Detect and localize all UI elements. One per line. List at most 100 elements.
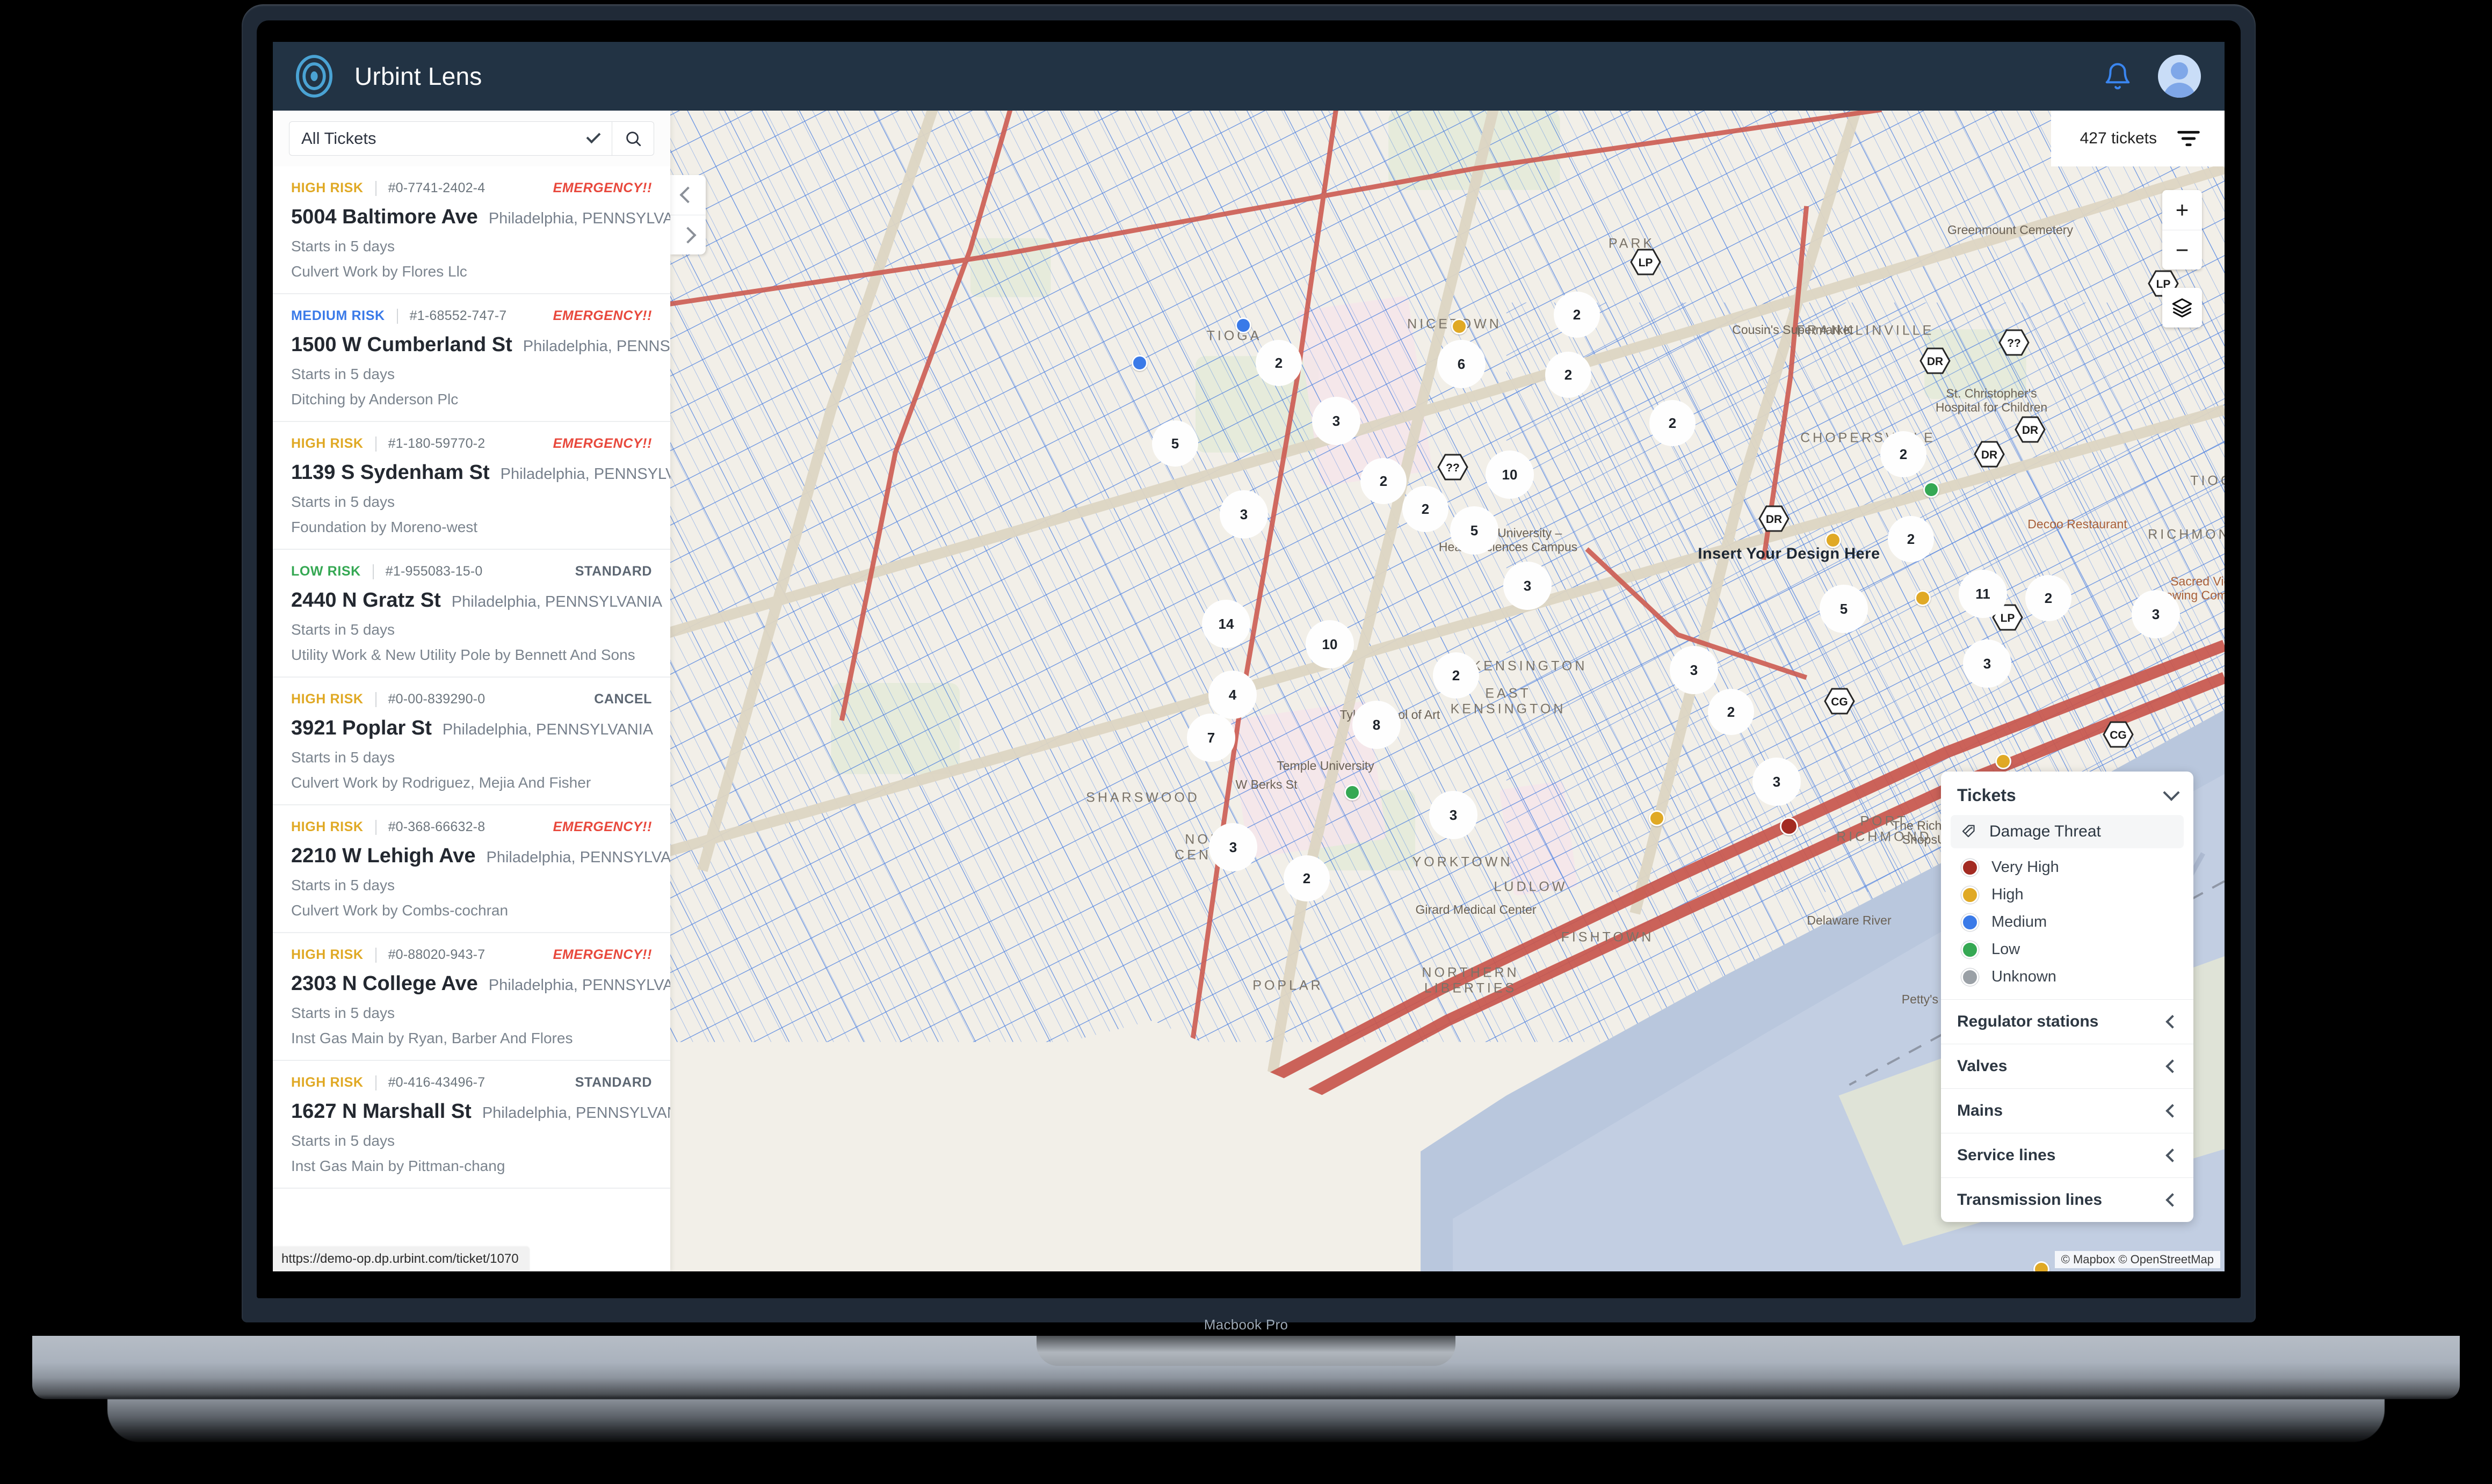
legend-item[interactable]: Medium: [1951, 908, 2184, 936]
map-cluster-marker[interactable]: 2: [1554, 292, 1600, 338]
ticket-list-item[interactable]: HIGH RISK #0-7741-2402-4 EMERGENCY!! 5004 B…: [273, 166, 670, 294]
map-ticket-dot[interactable]: [1451, 318, 1467, 334]
map-cluster-marker[interactable]: 3: [1503, 562, 1552, 610]
map-ticket-dot[interactable]: [1923, 482, 1939, 498]
ticket-filter-value: All Tickets: [301, 129, 376, 148]
ticket-list-item[interactable]: HIGH RISK #0-00-839290-0 CANCEL 3921 Poplar…: [273, 678, 670, 805]
map-ticket-dot[interactable]: [1344, 784, 1360, 801]
search-button[interactable]: [612, 121, 654, 156]
map-cluster-marker[interactable]: 3: [1220, 490, 1268, 539]
ticket-start-date: Starts in 5 days: [291, 1132, 395, 1149]
map-cluster-marker[interactable]: 2: [1433, 652, 1479, 699]
avatar[interactable]: [2158, 55, 2201, 98]
legend-item-label: Very High: [1991, 859, 2059, 876]
map-facility-marker[interactable]: DR: [1974, 441, 2005, 468]
legend-item[interactable]: High: [1951, 881, 2184, 908]
map-cluster-count: 5: [1820, 585, 1868, 633]
divider: [375, 436, 376, 452]
map-cluster-marker[interactable]: 5: [1152, 420, 1198, 467]
map-ticket-dot[interactable]: [1235, 317, 1251, 333]
map-view[interactable]: PARKGreenmount CemeteryNICETOWNCousin's …: [670, 111, 2225, 1271]
zoom-in-button[interactable]: +: [2162, 190, 2202, 230]
map-facility-marker[interactable]: CG: [2103, 721, 2134, 748]
map-cluster-marker[interactable]: 10: [1306, 620, 1354, 668]
map-ticket-dot[interactable]: [1649, 810, 1665, 826]
map-cluster-marker[interactable]: 8: [1352, 701, 1401, 749]
map-cluster-marker[interactable]: 2: [1256, 340, 1302, 386]
collapse-next-button[interactable]: [670, 215, 706, 254]
map-cluster-marker[interactable]: 6: [1437, 340, 1486, 388]
map-facility-marker[interactable]: LP: [1630, 249, 1661, 275]
map-cluster-marker[interactable]: 2: [1888, 516, 1934, 562]
legend-section[interactable]: Service lines: [1941, 1133, 2193, 1177]
ticket-list-item[interactable]: LOW RISK #1-955083-15-0 STANDARD 2440 N Gra…: [273, 550, 670, 678]
map-cluster-marker[interactable]: 3: [2132, 590, 2180, 638]
map-facility-marker[interactable]: DR: [1758, 505, 1790, 532]
ticket-list-item[interactable]: HIGH RISK #1-180-59770-2 EMERGENCY!! 1139 S…: [273, 422, 670, 550]
ticket-priority-badge: EMERGENCY!!: [553, 308, 652, 323]
ticket-priority-badge: EMERGENCY!!: [553, 436, 652, 451]
map-cluster-marker[interactable]: 10: [1486, 450, 1534, 499]
ticket-sidebar: All Tickets HIGH RISK #0-7741-2402-4 EMERG…: [273, 111, 670, 1271]
map-cluster-marker[interactable]: 3: [1429, 791, 1477, 839]
map-cluster-marker[interactable]: 5: [1820, 585, 1868, 633]
map-cluster-marker[interactable]: 2: [1360, 458, 1407, 504]
ticket-id: #0-7741-2402-4: [388, 180, 486, 195]
map-cluster-marker[interactable]: 5: [1450, 506, 1498, 555]
legend-section[interactable]: Valves: [1941, 1044, 2193, 1088]
map-cluster-marker[interactable]: 14: [1202, 600, 1250, 648]
collapse-prev-button[interactable]: [670, 175, 706, 215]
map-cluster-marker[interactable]: 11: [1959, 570, 2007, 618]
map-cluster-marker[interactable]: 7: [1187, 714, 1235, 762]
map-cluster-marker[interactable]: 2: [1649, 400, 1696, 446]
ticket-list-item[interactable]: HIGH RISK #0-416-43496-7 STANDARD 1627 N Ma…: [273, 1061, 670, 1189]
legend-subhead[interactable]: Damage Threat: [1951, 815, 2184, 848]
map-cluster-marker[interactable]: 3: [1312, 397, 1360, 445]
map-facility-marker[interactable]: ??: [1998, 329, 2030, 356]
filter-icon[interactable]: [2176, 129, 2201, 148]
map-cluster-marker[interactable]: 3: [1963, 639, 2011, 688]
map-cluster-marker[interactable]: 4: [1208, 671, 1257, 719]
ticket-id: #1-180-59770-2: [388, 436, 486, 451]
ticket-list-item[interactable]: MEDIUM RISK #1-68552-747-7 EMERGENCY!! 1500…: [273, 294, 670, 422]
ticket-filter-select[interactable]: All Tickets: [289, 121, 612, 156]
legend-item[interactable]: Unknown: [1951, 963, 2184, 991]
map-facility-marker[interactable]: DR: [1919, 347, 1951, 374]
map-facility-marker[interactable]: ??: [1437, 454, 1468, 481]
chevron-left-icon: [679, 186, 697, 203]
legend-section[interactable]: Regulator stations: [1941, 999, 2193, 1044]
legend-item[interactable]: Low: [1951, 936, 2184, 963]
map-cluster-marker[interactable]: 2: [1708, 689, 1754, 735]
tag-icon: [1962, 825, 1975, 838]
zoom-out-button[interactable]: −: [2162, 230, 2202, 270]
legend-header[interactable]: Tickets: [1941, 772, 2193, 815]
map-cluster-count: 2: [1360, 458, 1407, 504]
map-ticket-dot[interactable]: [1995, 753, 2011, 769]
ticket-list-item[interactable]: HIGH RISK #0-368-66632-8 EMERGENCY!! 2210 W…: [273, 805, 670, 933]
map-ticket-dot[interactable]: [1780, 817, 1798, 835]
legend-section[interactable]: Transmission lines: [1941, 1177, 2193, 1222]
map-cluster-marker[interactable]: 2: [1402, 486, 1448, 532]
map-cluster-marker[interactable]: 2: [1284, 855, 1330, 901]
map-cluster-marker[interactable]: 3: [1670, 646, 1718, 694]
ticket-list-item[interactable]: HIGH RISK #0-88020-943-7 EMERGENCY!! 2303 N…: [273, 933, 670, 1061]
map-cluster-marker[interactable]: 2: [1880, 431, 1926, 477]
map-facility-marker[interactable]: DR: [2015, 416, 2046, 443]
map-cluster-marker[interactable]: 2: [2025, 575, 2071, 621]
map-layers-button[interactable]: [2162, 288, 2202, 328]
map-cluster-marker[interactable]: 2: [1545, 352, 1591, 398]
map-ticket-dot[interactable]: [1132, 355, 1148, 371]
map-facility-marker[interactable]: CG: [1824, 688, 1855, 715]
map-ticket-dot[interactable]: [1915, 590, 1931, 606]
ticket-list[interactable]: HIGH RISK #0-7741-2402-4 EMERGENCY!! 5004 B…: [273, 166, 670, 1271]
legend-item[interactable]: Very High: [1951, 854, 2184, 881]
map-cluster-marker[interactable]: 3: [1752, 758, 1801, 806]
map-ticket-dot[interactable]: [2033, 1261, 2049, 1271]
ticket-priority-badge: EMERGENCY!!: [553, 180, 652, 195]
bell-icon[interactable]: [2103, 62, 2132, 91]
ticket-priority-badge: STANDARD: [575, 564, 652, 579]
legend-section[interactable]: Mains: [1941, 1088, 2193, 1133]
map-cluster-marker[interactable]: 3: [1209, 823, 1257, 871]
map-cluster-count: 3: [1752, 758, 1801, 806]
map-ticket-dot[interactable]: [1825, 532, 1841, 548]
